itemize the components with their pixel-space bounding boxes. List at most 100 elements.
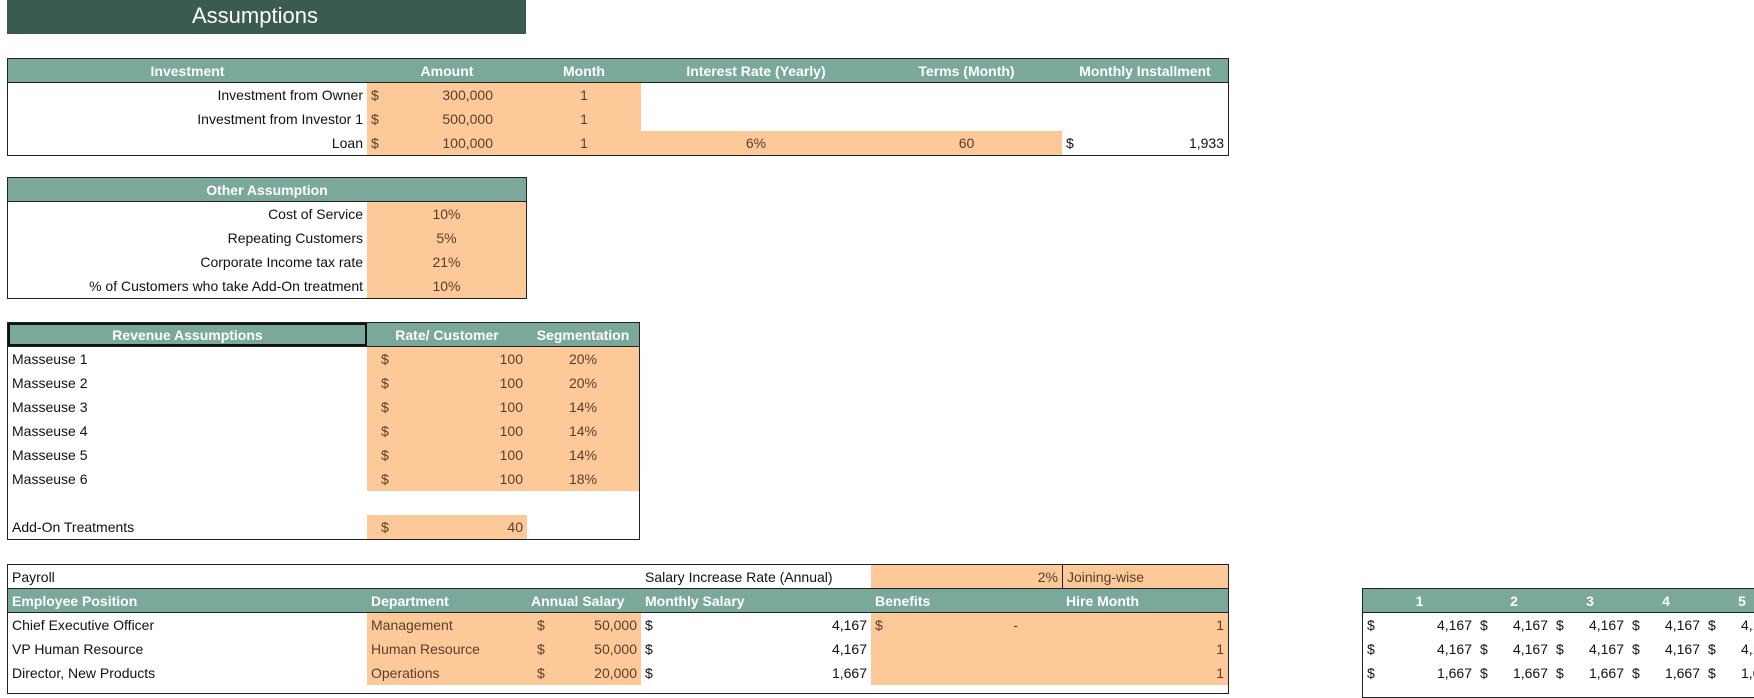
rate-cell[interactable]: $100 <box>367 347 527 371</box>
department-cell[interactable]: Operations <box>367 661 527 685</box>
rate-cell[interactable]: $100 <box>367 467 527 491</box>
currency-symbol: $ <box>1556 641 1564 657</box>
department-cell[interactable]: Management <box>367 613 527 637</box>
hire-month-cell[interactable]: 1 <box>1062 661 1228 685</box>
payroll-title-row: Payroll Salary Increase Rate (Annual) 2%… <box>8 565 1228 589</box>
amount-cell[interactable]: $100,000 <box>367 131 527 155</box>
department-cell[interactable]: Human Resource <box>367 637 527 661</box>
header-month-3: 3 <box>1586 593 1594 609</box>
segmentation-cell[interactable]: 18% <box>527 467 639 491</box>
rate-value: 100 <box>499 447 523 463</box>
salary-increase-label: Salary Increase Rate (Annual) <box>645 569 833 585</box>
terms-cell[interactable]: 60 <box>871 131 1062 155</box>
currency-symbol: $ <box>371 87 379 103</box>
benefits-cell[interactable] <box>871 637 1062 661</box>
employee-position: VP Human Resource <box>12 641 144 657</box>
month-cell[interactable]: 1 <box>527 83 641 107</box>
currency-symbol: $ <box>875 617 883 633</box>
benefits-cell[interactable]: $ - <box>871 613 1062 637</box>
interest-rate-cell[interactable]: 6% <box>641 131 871 155</box>
benefits-cell[interactable] <box>871 661 1062 685</box>
amount-cell[interactable]: $300,000 <box>367 83 527 107</box>
annual-salary-cell[interactable]: $50,000 <box>527 637 641 661</box>
schedule-cell: $4,167 <box>1363 637 1476 661</box>
monthly-salary-value: 1,667 <box>831 665 867 681</box>
other-label: Corporate Income tax rate <box>200 254 363 270</box>
revenue-row: Masseuse 5 $100 14% <box>8 443 639 467</box>
currency-symbol: $ <box>1632 641 1640 657</box>
currency-symbol: $ <box>1367 617 1375 633</box>
benefits-value: - <box>1013 617 1018 633</box>
payroll-row: Director, New Products Operations $20,00… <box>8 661 1228 685</box>
payroll-row: VP Human Resource Human Resource $50,000… <box>8 637 1228 661</box>
other-header-row: Other Assumption <box>8 178 526 202</box>
currency-symbol: $ <box>645 665 653 681</box>
segmentation-cell[interactable]: 20% <box>527 347 639 371</box>
masseuse-label: Masseuse 1 <box>12 351 88 367</box>
currency-symbol: $ <box>645 617 653 633</box>
other-row: Repeating Customers 5% <box>8 226 526 250</box>
salary-increase-value[interactable]: 2% <box>871 565 1062 588</box>
amount-cell[interactable]: $500,000 <box>367 107 527 131</box>
header-hire-month: Hire Month <box>1066 593 1140 609</box>
currency-symbol: $ <box>381 351 389 367</box>
amount-value: 100,000 <box>442 135 493 151</box>
rate-cell[interactable]: $100 <box>367 371 527 395</box>
annual-salary-cell[interactable]: $20,000 <box>527 661 641 685</box>
rate-cell[interactable]: $100 <box>367 443 527 467</box>
hire-month-cell[interactable]: 1 <box>1062 637 1228 661</box>
schedule-value: 4,167 <box>1740 617 1754 633</box>
rate-value: 100 <box>499 399 523 415</box>
monthly-salary-cell: $4,167 <box>641 637 871 661</box>
currency-symbol: $ <box>537 617 545 633</box>
addon-label: Add-On Treatments <box>12 519 135 535</box>
annual-salary-value: 20,000 <box>594 665 637 681</box>
schedule-row: $4,167 $4,167 $4,167 $4,167 $4,167 <box>1363 637 1754 661</box>
schedule-value: 4,167 <box>1588 617 1624 633</box>
schedule-value: 4,167 <box>1664 641 1700 657</box>
other-value[interactable]: 5% <box>367 226 526 250</box>
schedule-cell: $4,167 <box>1476 613 1552 637</box>
schedule-cell: $4,167 <box>1476 637 1552 661</box>
currency-symbol: $ <box>1556 665 1564 681</box>
schedule-value: 4,167 <box>1512 641 1548 657</box>
segmentation-cell[interactable]: 20% <box>527 371 639 395</box>
segmentation-cell[interactable]: 14% <box>527 443 639 467</box>
currency-symbol: $ <box>1480 665 1488 681</box>
schedule-value: 4,167 <box>1664 617 1700 633</box>
addon-rate-cell[interactable]: $40 <box>367 515 527 539</box>
rate-cell[interactable]: $100 <box>367 395 527 419</box>
other-value[interactable]: 10% <box>367 274 526 298</box>
salary-increase-mode[interactable]: Joining-wise <box>1062 565 1228 588</box>
other-value[interactable]: 10% <box>367 202 526 226</box>
revenue-header-row: Revenue Assumptions Rate/ Customer Segme… <box>8 323 639 347</box>
schedule-value: 1,667 <box>1436 665 1472 681</box>
header-month-1: 1 <box>1415 593 1424 609</box>
currency-symbol: $ <box>371 135 379 151</box>
other-value[interactable]: 21% <box>367 250 526 274</box>
rate-value: 100 <box>499 471 523 487</box>
segmentation-cell[interactable]: 14% <box>527 419 639 443</box>
investment-row: Investment from Owner $300,000 1 <box>8 83 1228 107</box>
schedule-cell: $4,167 <box>1628 613 1704 637</box>
segmentation-cell[interactable]: 14% <box>527 395 639 419</box>
employee-position: Chief Executive Officer <box>12 617 155 633</box>
header-month: Month <box>563 63 605 79</box>
month-cell[interactable]: 1 <box>527 107 641 131</box>
hire-month-cell[interactable]: 1 <box>1062 613 1228 637</box>
currency-symbol: $ <box>1632 665 1640 681</box>
payroll-row: Chief Executive Officer Management $50,0… <box>8 613 1228 637</box>
currency-symbol: $ <box>381 471 389 487</box>
investment-row: Loan $100,000 1 6% 60 $1,933 <box>8 131 1228 155</box>
annual-salary-value: 50,000 <box>594 617 637 633</box>
header-monthly-salary: Monthly Salary <box>645 593 745 609</box>
header-benefits: Benefits <box>875 593 931 609</box>
rate-cell[interactable]: $100 <box>367 419 527 443</box>
annual-salary-cell[interactable]: $50,000 <box>527 613 641 637</box>
currency-symbol: $ <box>537 665 545 681</box>
other-row: Corporate Income tax rate 21% <box>8 250 526 274</box>
header-revenue-assumptions[interactable]: Revenue Assumptions <box>8 323 367 346</box>
monthly-salary-value: 4,167 <box>831 617 867 633</box>
header-other-assumption: Other Assumption <box>206 182 328 198</box>
month-cell[interactable]: 1 <box>527 131 641 155</box>
